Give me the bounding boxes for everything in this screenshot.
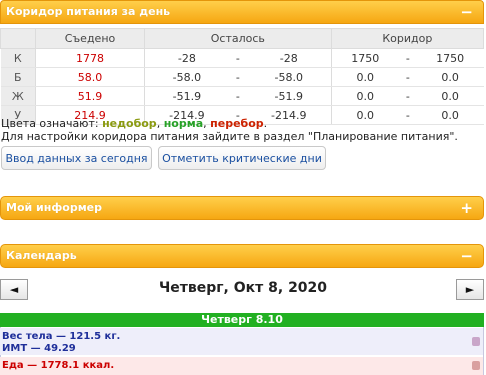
range-separator: - [228, 48, 247, 68]
range-separator: - [398, 86, 417, 106]
eaten-value: 51.9 [35, 86, 145, 106]
left-to-value: -51.9 [246, 86, 332, 106]
informer-panel-title: Мой информер [6, 201, 103, 214]
next-day-button[interactable]: ► [456, 279, 484, 300]
corridor-panel-header[interactable]: Коридор питания за день − [0, 0, 484, 24]
legend-prefix: Цвета означают: [1, 117, 103, 130]
row-label: Б [0, 67, 36, 87]
eaten-value: 58.0 [35, 67, 145, 87]
left-from-value: -51.9 [144, 86, 229, 106]
collapse-icon[interactable]: − [460, 3, 473, 21]
corridor-to-value: 0.0 [416, 105, 484, 125]
corridor-to-value: 0.0 [416, 86, 484, 106]
bmi-value: ИМТ — 49.29 [2, 343, 76, 354]
row-label: Ж [0, 86, 36, 106]
calendar-panel-title: Календарь [6, 249, 77, 262]
corridor-table: Съедено Осталось Коридор К 1778 -28- -28 175… [0, 28, 485, 125]
legend-end: . [263, 117, 268, 130]
corridor-to-value: 1750 [416, 48, 484, 68]
corridor-from-value: 0.0 [331, 67, 399, 87]
row-label: К [0, 48, 36, 68]
corridor-from-value: 0.0 [331, 105, 399, 125]
calendar-panel-header[interactable]: Календарь − [0, 244, 484, 268]
col-left: Осталось [144, 28, 332, 49]
table-row: К 1778 -28- -28 1750-1750 [0, 48, 484, 68]
eaten-value: 1778 [35, 48, 145, 68]
collapse-icon[interactable]: − [460, 247, 473, 265]
range-separator: - [398, 105, 417, 125]
legend-under: недобор [102, 117, 157, 130]
left-from-value: -28 [144, 48, 229, 68]
range-separator: - [228, 86, 247, 106]
legend-over: перебор [210, 117, 264, 130]
corridor-to-value: 0.0 [416, 67, 484, 87]
weight-value: Вес тела — 121.5 кг. [2, 331, 121, 342]
mark-critical-days-button[interactable]: Отметить критические дни [158, 146, 326, 170]
legend-sep: , [156, 117, 164, 130]
enter-today-button[interactable]: Ввод данных за сегодня [1, 146, 152, 170]
left-to-value: -28 [246, 48, 332, 68]
weight-entry[interactable]: Вес тела — 121.5 кг. ИМТ — 49.29 [0, 328, 483, 355]
left-to-value: -58.0 [246, 67, 332, 87]
corridor-panel-title: Коридор питания за день [6, 5, 171, 18]
expand-icon[interactable]: + [460, 199, 473, 217]
corridor-from-value: 1750 [331, 48, 399, 68]
food-edit-icon[interactable] [472, 361, 480, 370]
left-from-value: -58.0 [144, 67, 229, 87]
day-bar[interactable]: Четверг 8.10 [0, 313, 484, 327]
corridor-from-value: 0.0 [331, 86, 399, 106]
food-entry[interactable]: Еда — 1778.1 ккал. [0, 357, 483, 375]
settings-note: Для настройки коридора питания зайдите в… [1, 130, 458, 143]
weight-edit-icon[interactable] [472, 337, 480, 346]
food-value: Еда — 1778.1 ккал. [2, 360, 115, 371]
legend-norm: норма [163, 117, 204, 130]
range-separator: - [398, 48, 417, 68]
table-row: Б 58.0 -58.0- -58.0 0.0-0.0 [0, 67, 484, 87]
informer-panel-header[interactable]: Мой информер + [0, 196, 484, 220]
range-separator: - [228, 67, 247, 87]
col-corridor: Коридор [330, 28, 485, 49]
calendar-date-title: Четверг, Окт 8, 2020 [158, 280, 328, 296]
corner-cell [0, 28, 36, 49]
range-separator: - [398, 67, 417, 87]
table-row: Ж 51.9 -51.9- -51.9 0.0-0.0 [0, 86, 484, 106]
col-eaten: Съедено [35, 28, 145, 49]
color-legend: Цвета означают: недобор, норма, перебор. [1, 117, 267, 130]
